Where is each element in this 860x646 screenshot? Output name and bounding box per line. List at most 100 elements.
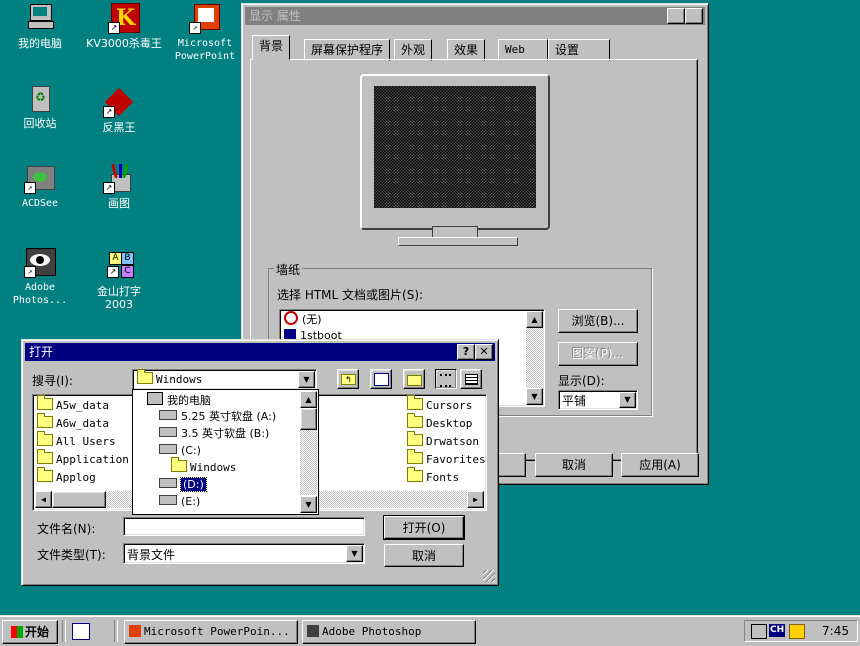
- scrollbar-track[interactable]: [526, 328, 543, 388]
- list-item[interactable]: Cursors: [407, 395, 472, 414]
- dropdown-item-drive-a[interactable]: 5.25 英寸软盘 (A:): [159, 409, 276, 425]
- help-button[interactable]: ?: [457, 344, 475, 360]
- monitor-base: [398, 237, 518, 246]
- scroll-up-button[interactable]: ▲: [300, 391, 317, 408]
- language-indicator[interactable]: CH: [769, 624, 786, 637]
- details-view-button[interactable]: [460, 369, 482, 389]
- input-method-icon[interactable]: [751, 624, 767, 639]
- taskbar-divider: [62, 620, 66, 642]
- up-one-level-button[interactable]: ↰: [337, 369, 359, 389]
- tab-background[interactable]: 背景: [252, 35, 291, 60]
- desktop-icon-photoshop[interactable]: ↗ Adobe Photos...: [5, 246, 75, 307]
- scroll-right-button[interactable]: ▶: [467, 491, 484, 508]
- list-item[interactable]: Favorites: [407, 449, 486, 468]
- desktop-icon-paint[interactable]: ↗ 画图: [84, 162, 154, 210]
- scrollbar-thumb[interactable]: [300, 408, 317, 430]
- list-item[interactable]: Fonts: [407, 467, 459, 486]
- display-mode-select[interactable]: 平铺 ▼: [558, 390, 638, 410]
- pattern-button[interactable]: 图案(P)...: [558, 342, 638, 366]
- scroll-left-button[interactable]: ◀: [35, 491, 52, 508]
- desktop-icon-label: 我的电脑: [18, 37, 62, 50]
- scroll-down-button[interactable]: ▼: [300, 496, 317, 513]
- help-button[interactable]: ?: [667, 8, 685, 24]
- dropdown-item-windows[interactable]: Windows: [171, 457, 236, 476]
- folder-icon: [37, 467, 53, 482]
- start-button[interactable]: 开始: [2, 620, 58, 644]
- folder-icon: [37, 413, 53, 428]
- desktop-icon-recycle-bin[interactable]: ♻ 回收站: [5, 82, 75, 130]
- look-in-select[interactable]: Windows ▼: [132, 369, 317, 390]
- filename-input[interactable]: [123, 517, 365, 536]
- list-view-button[interactable]: [435, 369, 457, 389]
- choose-wallpaper-label: 选择 HTML 文档或图片(S):: [277, 288, 424, 302]
- dropdown-item-drive-d[interactable]: (D:): [159, 477, 207, 493]
- desktop-button[interactable]: [370, 369, 392, 389]
- close-button[interactable]: ✕: [685, 8, 703, 24]
- desktop-icon-my-computer[interactable]: 我的电脑: [5, 2, 75, 50]
- quick-launch-desktop-icon[interactable]: [72, 623, 90, 640]
- scroll-up-button[interactable]: ▲: [526, 311, 543, 328]
- scrollbar-track[interactable]: [300, 430, 317, 495]
- close-button[interactable]: ✕: [475, 344, 493, 360]
- photoshop-eye-icon: ↗: [24, 246, 56, 278]
- fanheiwang-icon: ↗: [103, 86, 135, 118]
- scroll-down-button[interactable]: ▼: [526, 388, 543, 405]
- tab-web[interactable]: Web: [498, 39, 548, 61]
- list-item[interactable]: A6w_data: [37, 413, 109, 432]
- dropdown-item-drive-e[interactable]: (E:): [159, 494, 200, 510]
- cancel-button[interactable]: 取消: [535, 453, 613, 477]
- list-item[interactable]: A5w_data: [37, 395, 109, 414]
- tab-effects[interactable]: 效果: [447, 39, 486, 61]
- filename-label: 文件名(N):: [37, 522, 96, 536]
- list-item[interactable]: Application: [37, 449, 129, 468]
- task-powerpoint[interactable]: Microsoft PowerPoin...: [124, 620, 298, 644]
- window-title: 显示 属性: [249, 9, 301, 23]
- desktop-icon-fanheiwang[interactable]: ↗ 反黑王: [84, 86, 154, 134]
- list-item[interactable]: Desktop: [407, 413, 472, 432]
- apply-button[interactable]: 应用(A): [621, 453, 699, 477]
- desktop-icon: [374, 373, 389, 386]
- open-dialog-titlebar[interactable]: 打开 ? ✕: [25, 343, 495, 361]
- desktop-icon-kv3000[interactable]: K ↗ KV3000杀毒王: [84, 2, 164, 50]
- tab-appearance[interactable]: 外观: [394, 39, 433, 61]
- list-item[interactable]: Drwatson: [407, 431, 479, 450]
- desktop-icon-powerpoint[interactable]: ↗ Microsoft PowerPoint: [168, 2, 242, 63]
- folder-icon: [407, 395, 423, 410]
- dropdown-item-drive-b[interactable]: 3.5 英寸软盘 (B:): [159, 426, 269, 442]
- computer-icon: [147, 392, 163, 405]
- browse-button[interactable]: 浏览(B)...: [558, 309, 638, 333]
- filetype-select[interactable]: 背景文件 ▼: [123, 543, 365, 564]
- scrollbar-thumb[interactable]: [52, 491, 106, 508]
- chevron-down-icon[interactable]: ▼: [298, 371, 315, 388]
- dropdown-item-drive-c[interactable]: (C:): [159, 443, 201, 459]
- kv3000-icon: K ↗: [108, 2, 140, 34]
- chevron-down-icon[interactable]: ▼: [346, 545, 363, 562]
- new-folder-button[interactable]: [403, 369, 425, 389]
- cancel-button[interactable]: 取消: [384, 544, 464, 567]
- list-item[interactable]: All Users: [37, 431, 116, 450]
- tab-settings[interactable]: 设置: [548, 39, 610, 61]
- system-tray: CH 7:45: [744, 620, 858, 642]
- desktop-icon-label: KV3000杀毒王: [86, 37, 162, 50]
- open-button[interactable]: 打开(O): [383, 515, 465, 540]
- size-grip[interactable]: [483, 570, 495, 582]
- clock[interactable]: 7:45: [822, 624, 849, 638]
- dropdown-item-my-computer[interactable]: 我的电脑: [147, 392, 211, 408]
- display-mode-value: 平铺: [562, 394, 587, 408]
- desktop-icon-label: 反黑王: [102, 121, 136, 134]
- ime-icon[interactable]: [789, 624, 805, 639]
- filetype-label: 文件类型(T):: [37, 548, 106, 562]
- chevron-down-icon[interactable]: ▼: [619, 392, 636, 408]
- look-in-dropdown[interactable]: 我的电脑 5.25 英寸软盘 (A:) 3.5 英寸软盘 (B:) (C:) W…: [132, 389, 319, 515]
- folder-icon: [407, 431, 423, 446]
- list-item[interactable]: (无): [284, 311, 322, 327]
- desktop-icon-acdsee[interactable]: ↗ ACDSee: [5, 162, 75, 210]
- desktop-icon-label: 金山打字 2003: [97, 285, 141, 311]
- list-view-icon: [440, 374, 451, 387]
- favorites-folder-icon: [407, 449, 423, 464]
- tab-screensaver[interactable]: 屏幕保护程序: [304, 39, 391, 61]
- list-item[interactable]: Applog: [37, 467, 96, 486]
- task-photoshop[interactable]: Adobe Photoshop: [302, 620, 476, 644]
- desktop-icon-jinshan[interactable]: A B C ↗ 金山打字 2003: [84, 250, 154, 311]
- display-properties-titlebar[interactable]: 显示 属性 ? ✕: [245, 7, 705, 25]
